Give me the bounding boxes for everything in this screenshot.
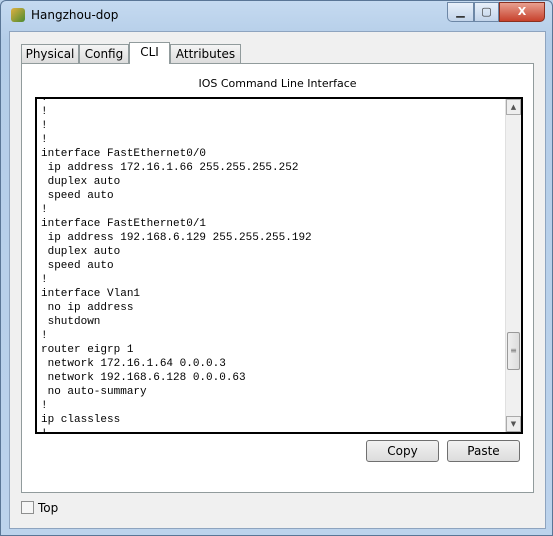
cli-line: speed auto (41, 190, 114, 202)
cli-line: interface FastEthernet0/1 (41, 218, 207, 230)
cli-line: ! (41, 400, 48, 412)
window: Hangzhou-dop ▁ ▢ X Physical Config CLI A… (0, 0, 553, 536)
cli-line: duplex auto (41, 246, 121, 258)
cli-line: ip address 172.16.1.66 255.255.255.252 (41, 162, 299, 174)
tab-config[interactable]: Config (79, 44, 129, 63)
cli-terminal[interactable]: !!!! interface FastEthernet0/0 ip address… (35, 97, 523, 434)
scroll-thumb[interactable]: ≡ (507, 332, 520, 370)
tab-physical[interactable]: Physical (21, 44, 79, 63)
cli-line: ! (41, 120, 48, 132)
cli-line: ! (41, 134, 48, 146)
cli-panel: IOS Command Line Interface !!!! interface… (21, 63, 534, 493)
cli-line: router eigrp 1 (41, 344, 134, 356)
cli-output: !!!! interface FastEthernet0/0 ip address… (41, 97, 312, 434)
top-checkbox[interactable] (21, 501, 34, 514)
app-icon (11, 8, 25, 22)
cli-line: ! (41, 428, 48, 434)
tab-attributes[interactable]: Attributes (170, 44, 241, 63)
tab-cli[interactable]: CLI (129, 42, 170, 64)
cli-line: network 192.168.6.128 0.0.0.63 (41, 372, 246, 384)
cli-line: interface FastEthernet0/0 (41, 148, 207, 160)
cli-line: network 172.16.1.64 0.0.0.3 (41, 358, 226, 370)
scroll-up-icon[interactable]: ▲ (506, 99, 521, 115)
cli-line: ip address 192.168.6.129 255.255.255.192 (41, 232, 312, 244)
cli-line: speed auto (41, 260, 114, 272)
top-checkbox-label: Top (38, 501, 59, 515)
copy-button[interactable]: Copy (366, 440, 439, 462)
cli-line: interface Vlan1 (41, 288, 141, 300)
cli-line: no ip address (41, 302, 134, 314)
window-title: Hangzhou-dop (31, 8, 119, 22)
client-area: Physical Config CLI Attributes IOS Comma… (9, 31, 546, 529)
minimize-button[interactable]: ▁ (447, 2, 474, 22)
scroll-down-icon[interactable]: ▼ (506, 416, 521, 432)
scrollbar[interactable]: ▲ ≡ ▼ (505, 99, 521, 432)
cli-line: ip classless (41, 414, 121, 426)
cli-line: ! (41, 330, 48, 342)
paste-button[interactable]: Paste (447, 440, 520, 462)
maximize-button[interactable]: ▢ (474, 2, 499, 22)
cli-line: shutdown (41, 316, 101, 328)
cli-line: ! (41, 204, 48, 216)
close-button[interactable]: X (499, 2, 545, 22)
cli-line: no auto-summary (41, 386, 147, 398)
cli-line: ! (41, 97, 48, 104)
cli-line: duplex auto (41, 176, 121, 188)
cli-line: ! (41, 274, 48, 286)
panel-title: IOS Command Line Interface (198, 77, 357, 90)
cli-line: ! (41, 106, 48, 118)
